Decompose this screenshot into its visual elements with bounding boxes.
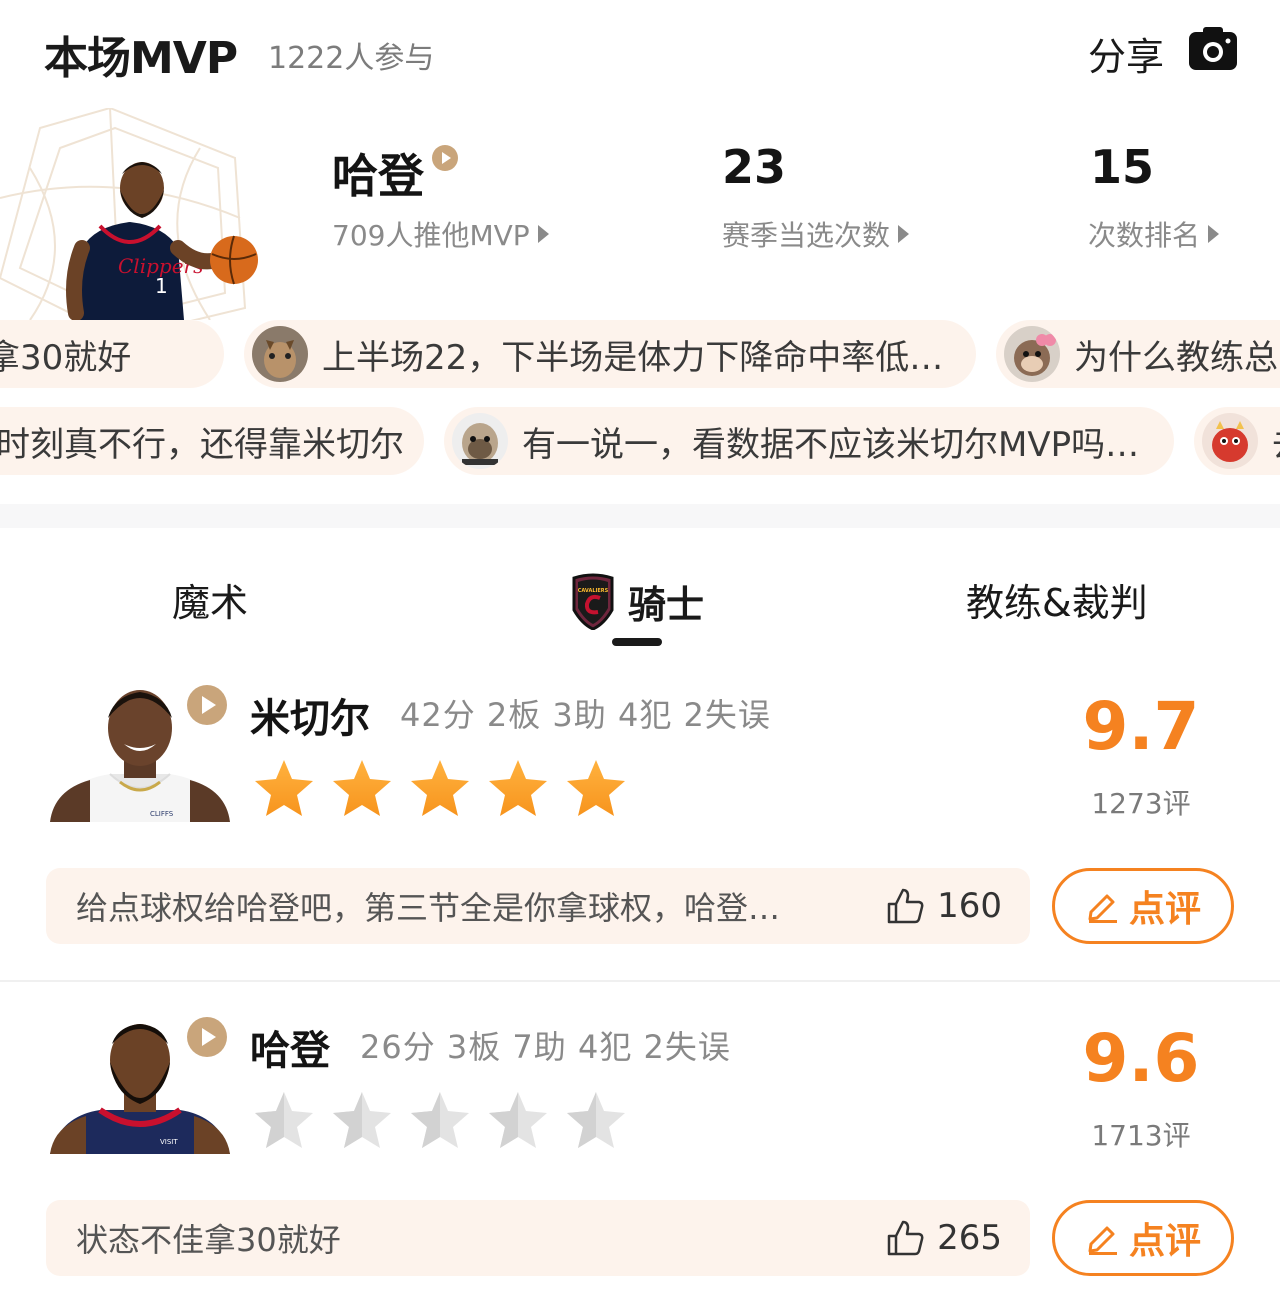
comment-text: 关键时刻真不行，还得靠米切尔 xyxy=(0,424,404,465)
rate-button[interactable]: 点评 xyxy=(1052,868,1234,944)
participants-count: 1222人参与 xyxy=(268,41,435,76)
svg-text:CLIFFS: CLIFFS xyxy=(150,810,174,818)
star-icon[interactable] xyxy=(408,1088,472,1152)
like-button[interactable]: 265 xyxy=(885,1218,1002,1258)
avatar xyxy=(252,326,308,382)
star-icon[interactable] xyxy=(330,756,394,820)
player-name[interactable]: 米切尔 xyxy=(250,686,370,744)
player-score: 9.7 xyxy=(1082,688,1200,765)
play-icon[interactable] xyxy=(186,684,228,726)
star-icon[interactable] xyxy=(330,1088,394,1152)
rate-label: 点评 xyxy=(1128,889,1201,930)
svg-text:CAVALIERS: CAVALIERS xyxy=(578,588,609,594)
comment-chip[interactable]: 有一说一，看数据不应该米切尔MVP吗… xyxy=(444,407,1174,475)
player-name[interactable]: 哈登 xyxy=(250,1018,330,1076)
top-comment[interactable]: 给点球权给哈登吧，第三节全是你拿球权，哈登… 160 xyxy=(46,868,1030,944)
thumbs-up-icon xyxy=(887,888,924,924)
pencil-icon xyxy=(1088,894,1117,923)
recommend-link[interactable]: 709人推他MVP xyxy=(332,214,549,254)
player-score: 9.6 xyxy=(1082,1020,1200,1097)
comment-text: 上半场22，下半场是体力下降命中率低… xyxy=(322,337,944,378)
pencil-icon xyxy=(1088,1226,1117,1255)
svg-text:VISIT: VISIT xyxy=(160,1138,178,1146)
rate-label: 点评 xyxy=(1128,1221,1201,1262)
cavaliers-logo-icon: CAVALIERS xyxy=(572,572,614,631)
rank-link[interactable]: 次数排名 xyxy=(1088,214,1220,254)
star-rating[interactable] xyxy=(252,756,628,820)
mvp-name[interactable]: 哈登 xyxy=(332,140,424,206)
comment-chip[interactable]: 为什么教练总 xyxy=(996,320,1280,388)
avatar xyxy=(452,413,508,469)
player-stats: 26分 3板 7助 4犯 2失误 xyxy=(360,1028,731,1066)
header: 本场MVP 1222人参与 分享 xyxy=(0,0,1280,100)
triangle-right-icon xyxy=(898,225,910,243)
comment-text: 去 xyxy=(1272,417,1280,466)
tab-coach-referee[interactable]: 教练&裁判 xyxy=(966,572,1148,627)
star-icon[interactable] xyxy=(564,1088,628,1152)
star-icon[interactable] xyxy=(564,756,628,820)
svg-text:1: 1 xyxy=(155,274,168,298)
thumbs-up-icon xyxy=(887,1220,924,1256)
tab-label: 教练&裁判 xyxy=(966,581,1148,625)
star-icon[interactable] xyxy=(408,756,472,820)
comment-text: 为什么教练总 xyxy=(1074,337,1278,378)
comment-text: 状态不佳拿30就好 xyxy=(0,337,132,378)
rank-value: 15 xyxy=(1090,140,1155,194)
star-icon[interactable] xyxy=(486,1088,550,1152)
season-count-value: 23 xyxy=(722,140,787,194)
page-title: 本场MVP xyxy=(44,33,238,84)
player-stats: 42分 2板 3助 4犯 2失误 xyxy=(400,696,771,734)
recommend-text: 709人推他MVP xyxy=(332,219,530,252)
tab-magic[interactable]: 魔术 xyxy=(172,572,248,627)
tab-label: 魔术 xyxy=(172,581,249,625)
season-count-label: 赛季当选次数 xyxy=(722,219,891,252)
comment-marquee-row-2: 关键时刻真不行，还得靠米切尔 有一说一，看数据不应该米切尔MVP吗… 去 xyxy=(0,407,1280,475)
like-count: 265 xyxy=(937,1218,1002,1258)
tab-label: 骑士 xyxy=(628,582,705,627)
vote-count: 1713评 xyxy=(1091,1119,1191,1152)
comment-text: 状态不佳拿30就好 xyxy=(76,1221,341,1259)
comment-chip[interactable]: 关键时刻真不行，还得靠米切尔 xyxy=(0,407,424,475)
comment-text: 有一说一，看数据不应该米切尔MVP吗… xyxy=(522,424,1140,465)
share-button[interactable]: 分享 xyxy=(1088,26,1164,81)
play-icon[interactable] xyxy=(431,144,459,172)
tab-cavaliers[interactable]: CAVALIERS 骑士 xyxy=(572,572,705,631)
avatar xyxy=(1202,413,1258,469)
row-divider xyxy=(0,980,1280,982)
rank-label: 次数排名 xyxy=(1088,219,1201,252)
star-icon[interactable] xyxy=(252,756,316,820)
comment-chip[interactable]: 状态不佳拿30就好 xyxy=(0,320,224,388)
camera-icon[interactable] xyxy=(1188,26,1238,72)
mvp-player-photo[interactable]: Clippers 1 xyxy=(0,108,260,320)
tab-active-indicator xyxy=(612,638,662,646)
like-count: 160 xyxy=(937,886,1002,926)
triangle-right-icon xyxy=(537,225,549,243)
comment-text: 给点球权给哈登吧，第三节全是你拿球权，哈登… xyxy=(76,889,781,927)
like-button[interactable]: 160 xyxy=(885,886,1002,926)
avatar xyxy=(1004,326,1060,382)
season-count-link[interactable]: 赛季当选次数 xyxy=(722,214,910,254)
vote-count: 1273评 xyxy=(1091,787,1191,820)
comment-chip[interactable]: 去 xyxy=(1194,407,1280,475)
top-comment[interactable]: 状态不佳拿30就好 265 xyxy=(46,1200,1030,1276)
star-rating[interactable] xyxy=(252,1088,628,1152)
play-icon[interactable] xyxy=(186,1016,228,1058)
section-divider xyxy=(0,504,1280,528)
triangle-right-icon xyxy=(1208,225,1220,243)
rate-button[interactable]: 点评 xyxy=(1052,1200,1234,1276)
star-icon[interactable] xyxy=(486,756,550,820)
comment-chip[interactable]: 上半场22，下半场是体力下降命中率低… xyxy=(244,320,976,388)
star-icon[interactable] xyxy=(252,1088,316,1152)
comment-marquee-row-1: 状态不佳拿30就好 上半场22，下半场是体力下降命中率低… 为什么教练总 xyxy=(0,320,1280,388)
